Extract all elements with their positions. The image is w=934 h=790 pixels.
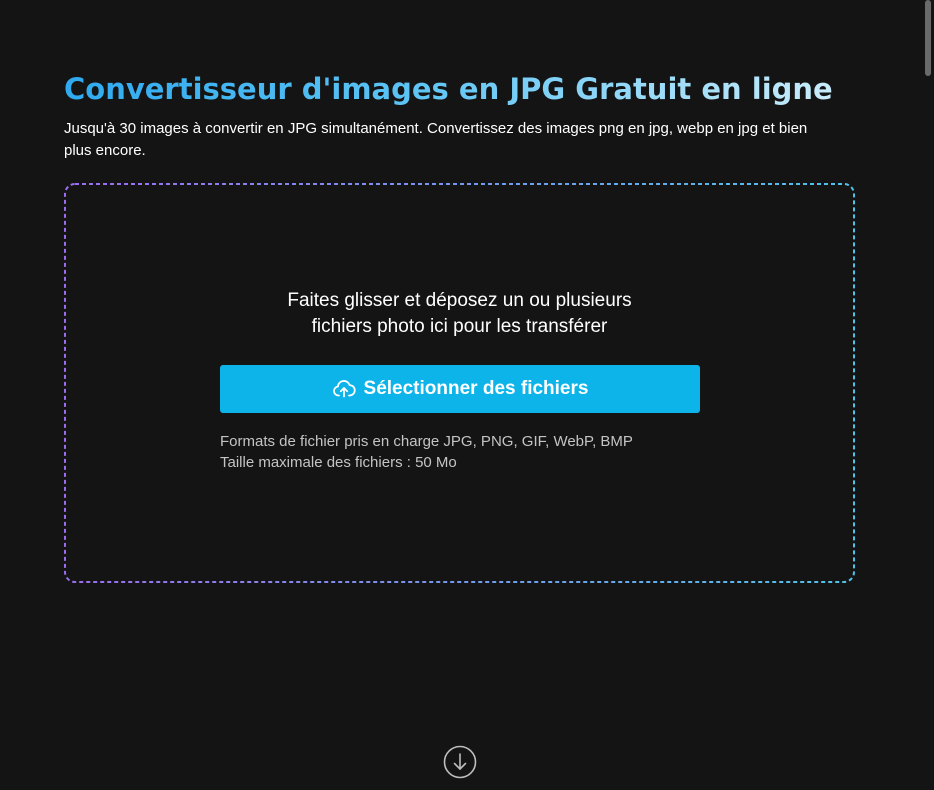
scrollbar-thumb[interactable] xyxy=(925,0,931,76)
file-dropzone[interactable]: Faites glisser et déposez un ou plusieur… xyxy=(64,183,855,583)
cloud-upload-icon xyxy=(332,377,356,401)
page-title: Convertisseur d'images en JPG Gratuit en… xyxy=(64,72,833,106)
page: Convertisseur d'images en JPG Gratuit en… xyxy=(0,0,934,790)
arrow-down-circle-icon xyxy=(443,745,477,779)
file-requirements: Formats de fichier pris en charge JPG, P… xyxy=(220,431,633,473)
dropzone-instruction-line1: Faites glisser et déposez un ou plusieur… xyxy=(287,290,632,311)
vertical-scrollbar[interactable] xyxy=(922,0,934,790)
max-file-size-text: Taille maximale des fichiers : 50 Mo xyxy=(220,454,457,471)
page-subtitle: Jusqu'à 30 images à convertir en JPG sim… xyxy=(64,120,808,159)
select-files-button[interactable]: Sélectionner des fichiers xyxy=(220,365,700,413)
supported-formats-text: Formats de fichier pris en charge JPG, P… xyxy=(220,433,633,450)
dropzone-instruction: Faites glisser et déposez un ou plusieur… xyxy=(64,288,855,340)
select-files-label: Sélectionner des fichiers xyxy=(363,378,589,399)
scroll-down-button[interactable] xyxy=(443,745,477,779)
dropzone-instruction-line2: fichiers photo ici pour les transférer xyxy=(311,316,608,337)
